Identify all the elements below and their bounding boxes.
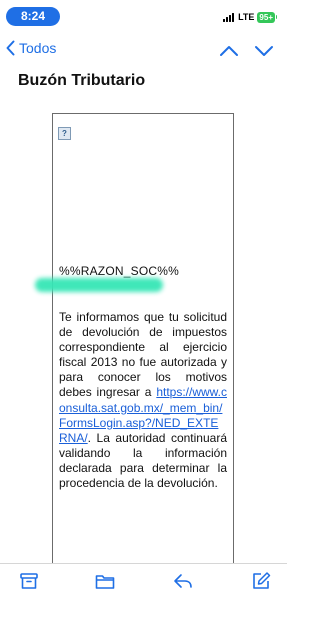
folder-icon[interactable] xyxy=(94,570,116,592)
message-subject: Buzón Tributario xyxy=(18,72,146,89)
navigation-bar: Todos xyxy=(0,36,287,66)
status-bar: 8:24 LTE 95+ xyxy=(0,0,287,30)
cellular-signal-icon xyxy=(223,12,235,22)
redaction-mark xyxy=(35,278,163,292)
chevron-left-icon xyxy=(6,40,15,56)
reply-icon[interactable] xyxy=(172,570,194,592)
email-content-frame: ? %%RAZON_SOC%% Te informamos que tu sol… xyxy=(35,113,234,563)
battery-level: 95+ xyxy=(257,11,275,23)
network-type: LTE xyxy=(238,12,255,22)
broken-image-icon: ? xyxy=(58,127,71,140)
compose-icon[interactable] xyxy=(250,570,272,592)
archive-icon[interactable] xyxy=(18,570,40,592)
status-time: 8:24 xyxy=(6,7,60,26)
back-button[interactable]: Todos xyxy=(6,40,56,56)
previous-message-icon[interactable] xyxy=(218,42,240,60)
recipient-placeholder: %%RAZON_SOC%% xyxy=(59,264,179,278)
bottom-toolbar xyxy=(0,563,287,621)
next-message-icon[interactable] xyxy=(253,42,275,60)
status-indicators: LTE 95+ xyxy=(223,10,277,24)
battery-icon: 95+ xyxy=(257,11,277,23)
back-button-label: Todos xyxy=(19,40,57,56)
message-body: Te informamos que tu solicitud de devolu… xyxy=(59,310,227,491)
